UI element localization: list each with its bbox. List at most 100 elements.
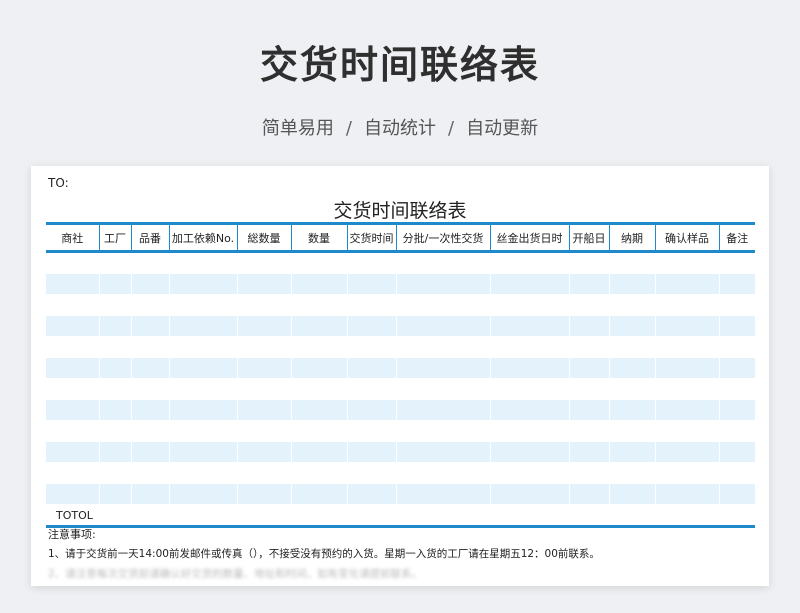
table-cell[interactable]	[718, 420, 755, 442]
table-cell[interactable]	[130, 273, 169, 295]
total-cell[interactable]	[236, 504, 291, 528]
table-cell[interactable]	[395, 441, 490, 463]
table-cell[interactable]	[236, 315, 291, 337]
total-cell[interactable]	[654, 504, 719, 528]
table-cell[interactable]	[46, 378, 99, 400]
table-cell[interactable]	[489, 294, 569, 316]
table-cell[interactable]	[168, 336, 237, 358]
table-cell[interactable]	[395, 336, 490, 358]
table-cell[interactable]	[489, 251, 569, 274]
table-cell[interactable]	[346, 378, 396, 400]
table-cell[interactable]	[718, 336, 755, 358]
table-cell[interactable]	[168, 420, 237, 442]
table-cell[interactable]	[346, 483, 396, 505]
table-cell[interactable]	[46, 357, 99, 379]
table-cell[interactable]	[718, 294, 755, 316]
table-cell[interactable]	[168, 294, 237, 316]
table-cell[interactable]	[168, 483, 237, 505]
table-cell[interactable]	[98, 378, 131, 400]
table-cell[interactable]	[608, 336, 655, 358]
table-cell[interactable]	[290, 336, 347, 358]
table-cell[interactable]	[290, 441, 347, 463]
table-cell[interactable]	[236, 378, 291, 400]
table-cell[interactable]	[46, 399, 99, 421]
table-cell[interactable]	[395, 462, 490, 484]
table-cell[interactable]	[718, 357, 755, 379]
total-cell[interactable]	[168, 504, 237, 528]
table-cell[interactable]	[46, 483, 99, 505]
table-cell[interactable]	[46, 294, 99, 316]
table-cell[interactable]	[98, 462, 131, 484]
table-cell[interactable]	[568, 420, 609, 442]
table-cell[interactable]	[346, 441, 396, 463]
table-cell[interactable]	[290, 420, 347, 442]
table-cell[interactable]	[236, 336, 291, 358]
table-cell[interactable]	[654, 462, 719, 484]
table-cell[interactable]	[654, 378, 719, 400]
total-cell[interactable]	[608, 504, 655, 528]
table-cell[interactable]	[290, 251, 347, 274]
table-cell[interactable]	[98, 357, 131, 379]
table-cell[interactable]	[608, 294, 655, 316]
table-cell[interactable]	[346, 251, 396, 274]
table-cell[interactable]	[568, 483, 609, 505]
table-cell[interactable]	[168, 357, 237, 379]
table-cell[interactable]	[568, 441, 609, 463]
table-cell[interactable]	[98, 294, 131, 316]
table-cell[interactable]	[395, 483, 490, 505]
table-cell[interactable]	[346, 315, 396, 337]
table-cell[interactable]	[130, 420, 169, 442]
table-cell[interactable]	[290, 483, 347, 505]
table-cell[interactable]	[654, 441, 719, 463]
table-cell[interactable]	[489, 273, 569, 295]
table-cell[interactable]	[568, 399, 609, 421]
table-cell[interactable]	[168, 251, 237, 274]
table-cell[interactable]	[290, 294, 347, 316]
table-cell[interactable]	[654, 294, 719, 316]
table-cell[interactable]	[395, 273, 490, 295]
table-cell[interactable]	[168, 441, 237, 463]
table-cell[interactable]	[489, 420, 569, 442]
table-cell[interactable]	[46, 441, 99, 463]
table-cell[interactable]	[489, 336, 569, 358]
table-cell[interactable]	[290, 462, 347, 484]
total-cell[interactable]	[718, 504, 755, 528]
table-cell[interactable]	[718, 483, 755, 505]
table-cell[interactable]	[168, 315, 237, 337]
table-cell[interactable]	[168, 399, 237, 421]
table-cell[interactable]	[395, 399, 490, 421]
table-cell[interactable]	[130, 251, 169, 274]
table-cell[interactable]	[608, 483, 655, 505]
table-cell[interactable]	[608, 399, 655, 421]
table-cell[interactable]	[130, 441, 169, 463]
table-cell[interactable]	[98, 336, 131, 358]
table-cell[interactable]	[130, 315, 169, 337]
table-cell[interactable]	[130, 462, 169, 484]
table-cell[interactable]	[236, 441, 291, 463]
table-cell[interactable]	[395, 420, 490, 442]
table-cell[interactable]	[168, 462, 237, 484]
table-cell[interactable]	[608, 251, 655, 274]
table-cell[interactable]	[236, 462, 291, 484]
table-cell[interactable]	[168, 273, 237, 295]
table-cell[interactable]	[98, 441, 131, 463]
table-cell[interactable]	[346, 273, 396, 295]
table-cell[interactable]	[236, 483, 291, 505]
table-cell[interactable]	[98, 483, 131, 505]
table-cell[interactable]	[654, 420, 719, 442]
table-cell[interactable]	[130, 483, 169, 505]
table-cell[interactable]	[718, 399, 755, 421]
table-cell[interactable]	[130, 399, 169, 421]
table-cell[interactable]	[718, 462, 755, 484]
table-cell[interactable]	[654, 273, 719, 295]
table-cell[interactable]	[98, 315, 131, 337]
table-cell[interactable]	[608, 420, 655, 442]
table-cell[interactable]	[290, 273, 347, 295]
total-cell[interactable]	[568, 504, 609, 528]
table-cell[interactable]	[98, 273, 131, 295]
table-cell[interactable]	[654, 357, 719, 379]
table-cell[interactable]	[654, 315, 719, 337]
table-cell[interactable]	[236, 251, 291, 274]
table-cell[interactable]	[346, 336, 396, 358]
table-cell[interactable]	[98, 420, 131, 442]
